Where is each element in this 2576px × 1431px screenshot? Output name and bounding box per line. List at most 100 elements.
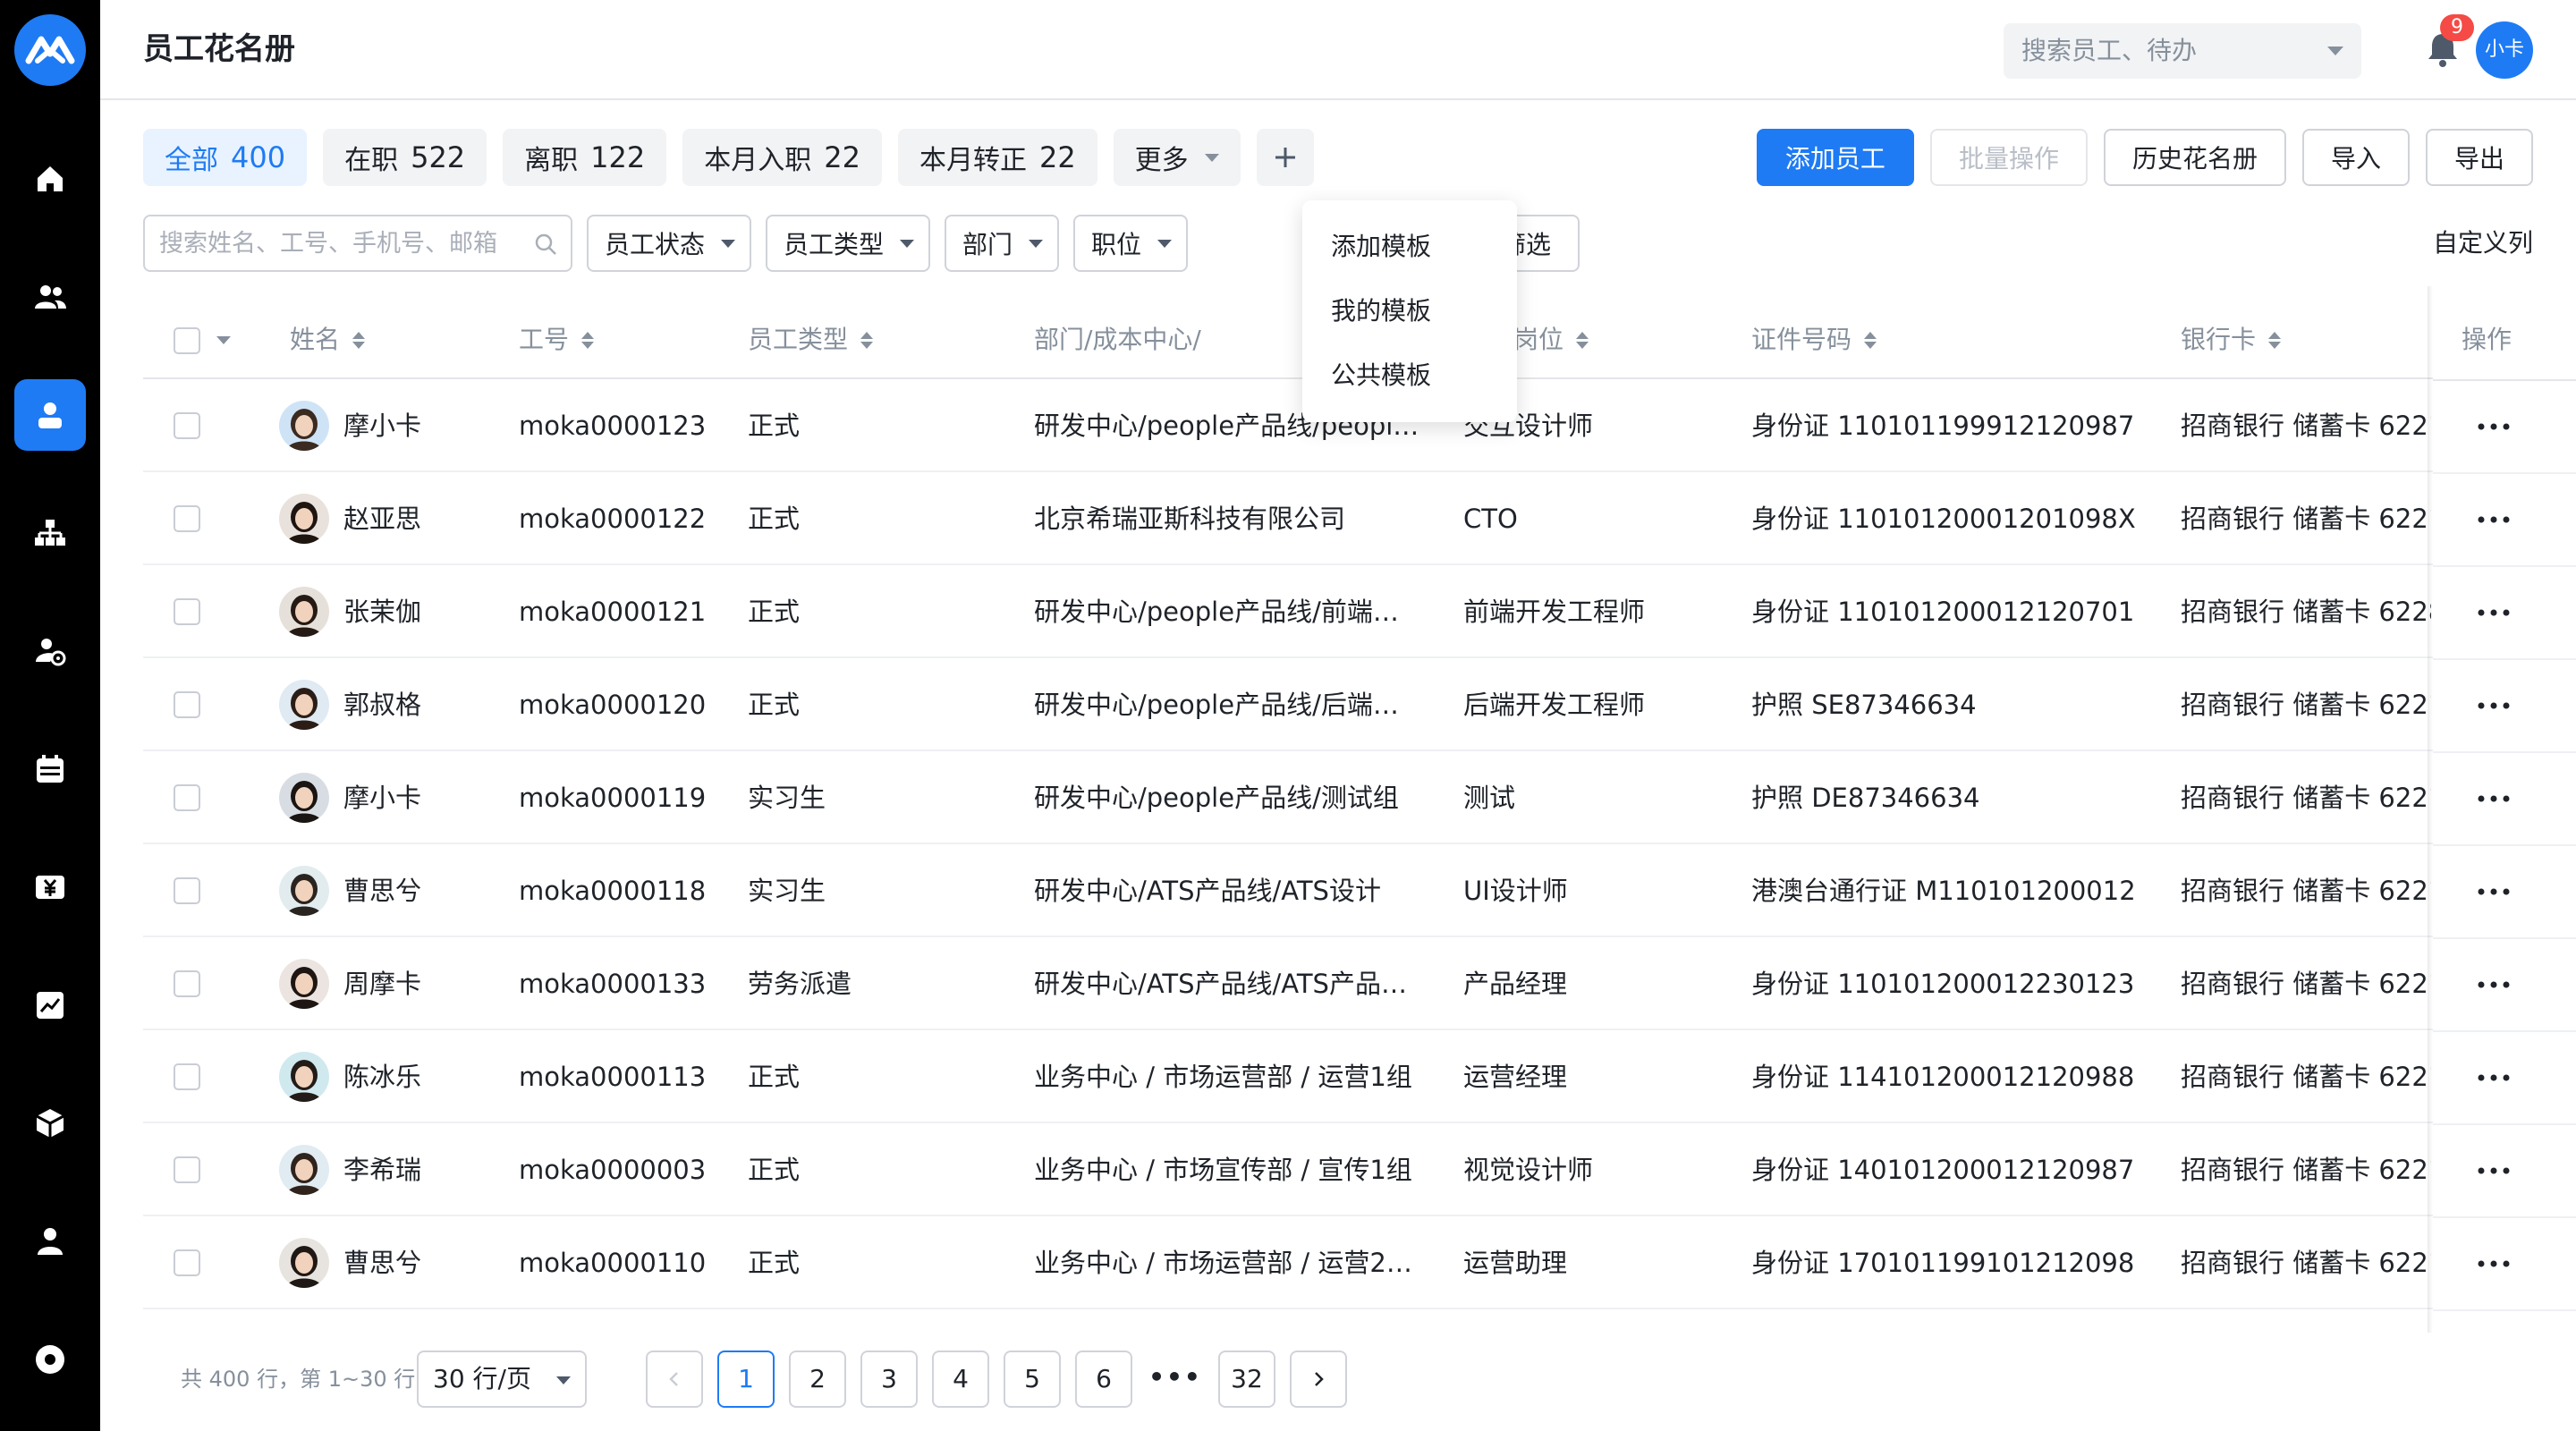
user-icon[interactable] <box>14 379 86 451</box>
table-row[interactable]: 陈冰乐 moka0000113 正式 业务中心 / 市场运营部 / 运营1组 运营经理 身… <box>143 1030 2533 1123</box>
table-row[interactable]: 赵亚思 moka0000122 正式 北京希瑞亚斯科技有限公司 CTO 身份证 11010… <box>143 472 2533 565</box>
row-checkbox[interactable] <box>174 598 200 625</box>
tab-month-regular[interactable]: 本月转正 22 <box>897 129 1097 186</box>
export-button[interactable]: 导出 <box>2425 129 2533 186</box>
page-5[interactable]: 5 <box>1004 1351 1061 1408</box>
history-roster-button[interactable]: 历史花名册 <box>2103 129 2286 186</box>
team-icon[interactable] <box>14 261 86 333</box>
table-row[interactable]: 张茉伽 moka0000121 正式 研发中心/people产品线/前端… 前端开发工程… <box>143 565 2533 658</box>
custom-columns-link[interactable]: 自定义列 <box>2433 225 2533 261</box>
row-checkbox[interactable] <box>174 1063 200 1090</box>
batch-operation-button[interactable]: 批量操作 <box>1929 129 2088 186</box>
page-ellipsis[interactable]: ••• <box>1147 1351 1204 1408</box>
sort-icon <box>860 331 874 349</box>
more-actions-icon[interactable] <box>2433 753 2576 846</box>
org-chart-icon[interactable] <box>14 497 86 569</box>
select-all-checkbox[interactable] <box>174 327 200 354</box>
column-employee-id[interactable]: 工号 <box>519 322 595 358</box>
more-actions-icon[interactable] <box>2433 474 2576 567</box>
bank-card: 招商银行 储蓄卡 6221! <box>2181 1062 2431 1092</box>
more-actions-icon[interactable] <box>2433 660 2576 753</box>
page-4[interactable]: 4 <box>932 1351 989 1408</box>
tab-all[interactable]: 全部 400 <box>143 129 308 186</box>
row-checkbox[interactable] <box>174 505 200 532</box>
more-actions-icon[interactable] <box>2433 1125 2576 1218</box>
row-checkbox[interactable] <box>174 1249 200 1276</box>
page-3[interactable]: 3 <box>860 1351 918 1408</box>
menu-item-add-template[interactable]: 添加模板 <box>1331 229 1431 265</box>
global-search-input[interactable]: 搜索员工、待办 <box>2004 23 2361 79</box>
more-actions-icon[interactable] <box>2433 1218 2576 1311</box>
moka-logo-icon[interactable] <box>14 14 86 86</box>
employee-name[interactable]: 摩小卡 <box>343 408 421 444</box>
table-row[interactable]: 曹思兮 moka0000110 正式 业务中心 / 市场运营部 / 运营2… 运营助理 身… <box>143 1216 2533 1309</box>
user-avatar[interactable]: 小卡 <box>2476 21 2533 79</box>
row-checkbox[interactable] <box>174 1156 200 1183</box>
column-department[interactable]: 部门/成本中心/ <box>1034 322 1201 358</box>
employee-name[interactable]: 郭叔格 <box>343 687 421 723</box>
row-checkbox[interactable] <box>174 877 200 904</box>
table-row[interactable]: 郭叔格 moka0000120 正式 研发中心/people产品线/后端… 后端开发工程… <box>143 658 2533 751</box>
table-row[interactable]: 周摩卡 moka0000133 劳务派遣 研发中心/ATS产品线/ATS产品… 产品经理… <box>143 937 2533 1030</box>
menu-item-my-templates[interactable]: 我的模板 <box>1331 293 1431 329</box>
prev-page-button[interactable] <box>646 1351 703 1408</box>
employee-name[interactable]: 陈冰乐 <box>343 1059 421 1095</box>
more-actions-icon[interactable] <box>2433 567 2576 660</box>
more-actions-icon[interactable] <box>2433 381 2576 474</box>
employee-name[interactable]: 摩小卡 <box>343 780 421 816</box>
row-checkbox[interactable] <box>174 691 200 718</box>
page-last[interactable]: 32 <box>1218 1351 1275 1408</box>
menu-item-public-templates[interactable]: 公共模板 <box>1331 358 1431 394</box>
person-icon[interactable] <box>14 1206 86 1277</box>
position-filter[interactable]: 职位 <box>1073 215 1189 272</box>
import-button[interactable]: 导入 <box>2301 129 2410 186</box>
settings-icon[interactable] <box>14 1324 86 1395</box>
tab-month-onboard[interactable]: 本月入职 22 <box>682 129 882 186</box>
employee-name[interactable]: 赵亚思 <box>343 501 421 537</box>
home-icon[interactable] <box>14 143 86 215</box>
next-page-button[interactable] <box>1290 1351 1347 1408</box>
tab-more[interactable]: 更多 <box>1113 129 1241 186</box>
employee-name[interactable]: 李希瑞 <box>343 1152 421 1188</box>
chevron-down-icon[interactable] <box>216 336 231 344</box>
table-row[interactable]: 曹思兮 moka0000118 实习生 研发中心/ATS产品线/ATS设计 UI设计师 港… <box>143 844 2533 937</box>
box-icon[interactable] <box>14 1088 86 1159</box>
certificate-number: 身份证 110101199912120987 <box>1751 411 2135 441</box>
page-2[interactable]: 2 <box>789 1351 846 1408</box>
table-row[interactable]: 摩小卡 moka0000119 实习生 研发中心/people产品线/测试组 测试 护照 … <box>143 751 2533 844</box>
more-actions-icon[interactable] <box>2433 1032 2576 1125</box>
chevron-down-icon <box>721 239 736 248</box>
bank-card: 招商银行 储蓄卡 6221! <box>2181 783 2431 813</box>
status-filter[interactable]: 员工状态 <box>587 215 752 272</box>
yen-icon[interactable] <box>14 851 86 923</box>
tab-active[interactable]: 在职 522 <box>323 129 487 186</box>
calendar-icon[interactable] <box>14 733 86 805</box>
table-row[interactable]: 李希瑞 moka0000003 正式 业务中心 / 市场宣传部 / 宣传1组 视觉设计师… <box>143 1123 2533 1216</box>
column-certificate[interactable]: 证件号码 <box>1751 322 1877 358</box>
column-name[interactable]: 姓名 <box>290 322 366 358</box>
user-settings-icon[interactable] <box>14 615 86 687</box>
row-checkbox[interactable] <box>174 412 200 439</box>
type-filter[interactable]: 员工类型 <box>766 215 931 272</box>
employee-name[interactable]: 张茉伽 <box>343 594 421 630</box>
chart-icon[interactable] <box>14 970 86 1041</box>
employee-search-input[interactable]: 搜索姓名、工号、手机号、邮箱 <box>143 215 572 272</box>
certificate-number: 身份证 140101200012120987 <box>1751 1155 2135 1185</box>
column-employee-type[interactable]: 员工类型 <box>748 322 874 358</box>
row-checkbox[interactable] <box>174 784 200 811</box>
page-6[interactable]: 6 <box>1075 1351 1132 1408</box>
employee-name[interactable]: 周摩卡 <box>343 966 421 1002</box>
tab-resigned[interactable]: 离职 122 <box>503 129 667 186</box>
employee-name[interactable]: 曹思兮 <box>343 873 421 909</box>
add-employee-button[interactable]: 添加员工 <box>1756 129 1914 186</box>
employee-name[interactable]: 曹思兮 <box>343 1245 421 1281</box>
page-1[interactable]: 1 <box>717 1351 775 1408</box>
more-actions-icon[interactable] <box>2433 846 2576 939</box>
column-bank-card[interactable]: 银行卡 <box>2181 322 2282 358</box>
department-filter[interactable]: 部门 <box>945 215 1060 272</box>
add-tab-button[interactable] <box>1256 129 1314 186</box>
bank-card: 招商银行 储蓄卡 6221! <box>2181 411 2431 441</box>
page-size-select[interactable]: 30 行/页 <box>417 1351 587 1408</box>
row-checkbox[interactable] <box>174 970 200 997</box>
more-actions-icon[interactable] <box>2433 939 2576 1032</box>
